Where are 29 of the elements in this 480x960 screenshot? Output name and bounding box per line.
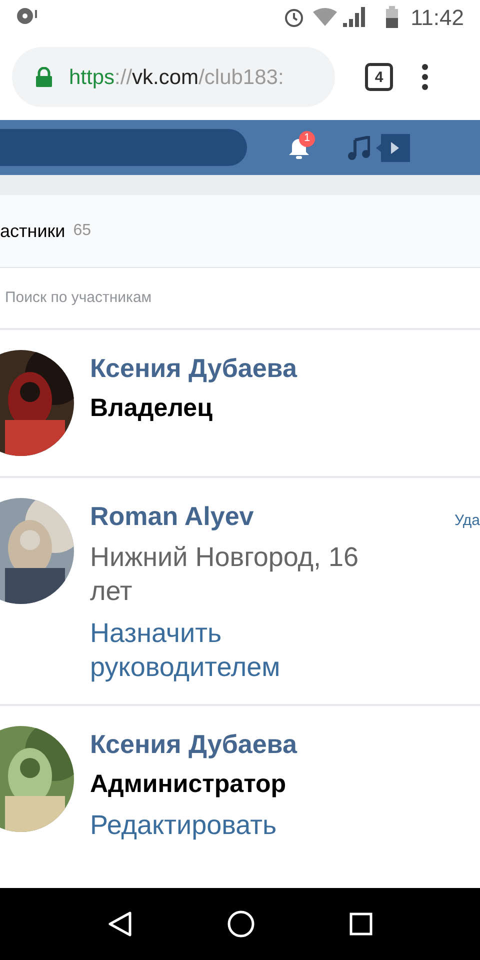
- member-name[interactable]: Ксения Дубаева: [90, 728, 440, 760]
- url-text: https://vk.com/club183:: [69, 66, 284, 88]
- member-action-link[interactable]: Редактировать: [90, 808, 390, 842]
- back-icon[interactable]: [107, 911, 133, 937]
- lock-icon: [36, 67, 52, 87]
- alarm-icon: [282, 6, 305, 28]
- member-action-link[interactable]: Назначить руководителем: [90, 616, 390, 684]
- clock-time: 11:42: [410, 4, 464, 32]
- member-role: Администратор: [90, 769, 288, 800]
- music-note-icon[interactable]: [348, 136, 370, 160]
- home-icon[interactable]: [227, 910, 255, 938]
- member-role: Владелец: [90, 393, 214, 424]
- members-count: 65: [73, 221, 91, 241]
- member-info: Нижний Новгород, 16 лет: [90, 541, 360, 608]
- disc-icon: [16, 7, 38, 27]
- notification-badge: 1: [299, 130, 315, 146]
- address-bar[interactable]: https://vk.com/club183:: [12, 47, 335, 107]
- recents-icon[interactable]: [349, 912, 373, 936]
- member-name[interactable]: Roman Alyev: [90, 500, 440, 532]
- battery-icon: [384, 6, 399, 28]
- search-field[interactable]: Поиск по участникам: [5, 286, 405, 310]
- member-name[interactable]: Ксения Дубаева: [90, 352, 440, 384]
- remove-link[interactable]: Уда: [454, 510, 480, 532]
- signal-icon: [340, 7, 365, 27]
- more-icon[interactable]: [421, 64, 429, 90]
- tab-count-button[interactable]: 4: [365, 63, 393, 91]
- members-tab[interactable]: астники: [0, 218, 66, 244]
- wifi-icon: [312, 8, 337, 26]
- video-icon[interactable]: [376, 134, 410, 162]
